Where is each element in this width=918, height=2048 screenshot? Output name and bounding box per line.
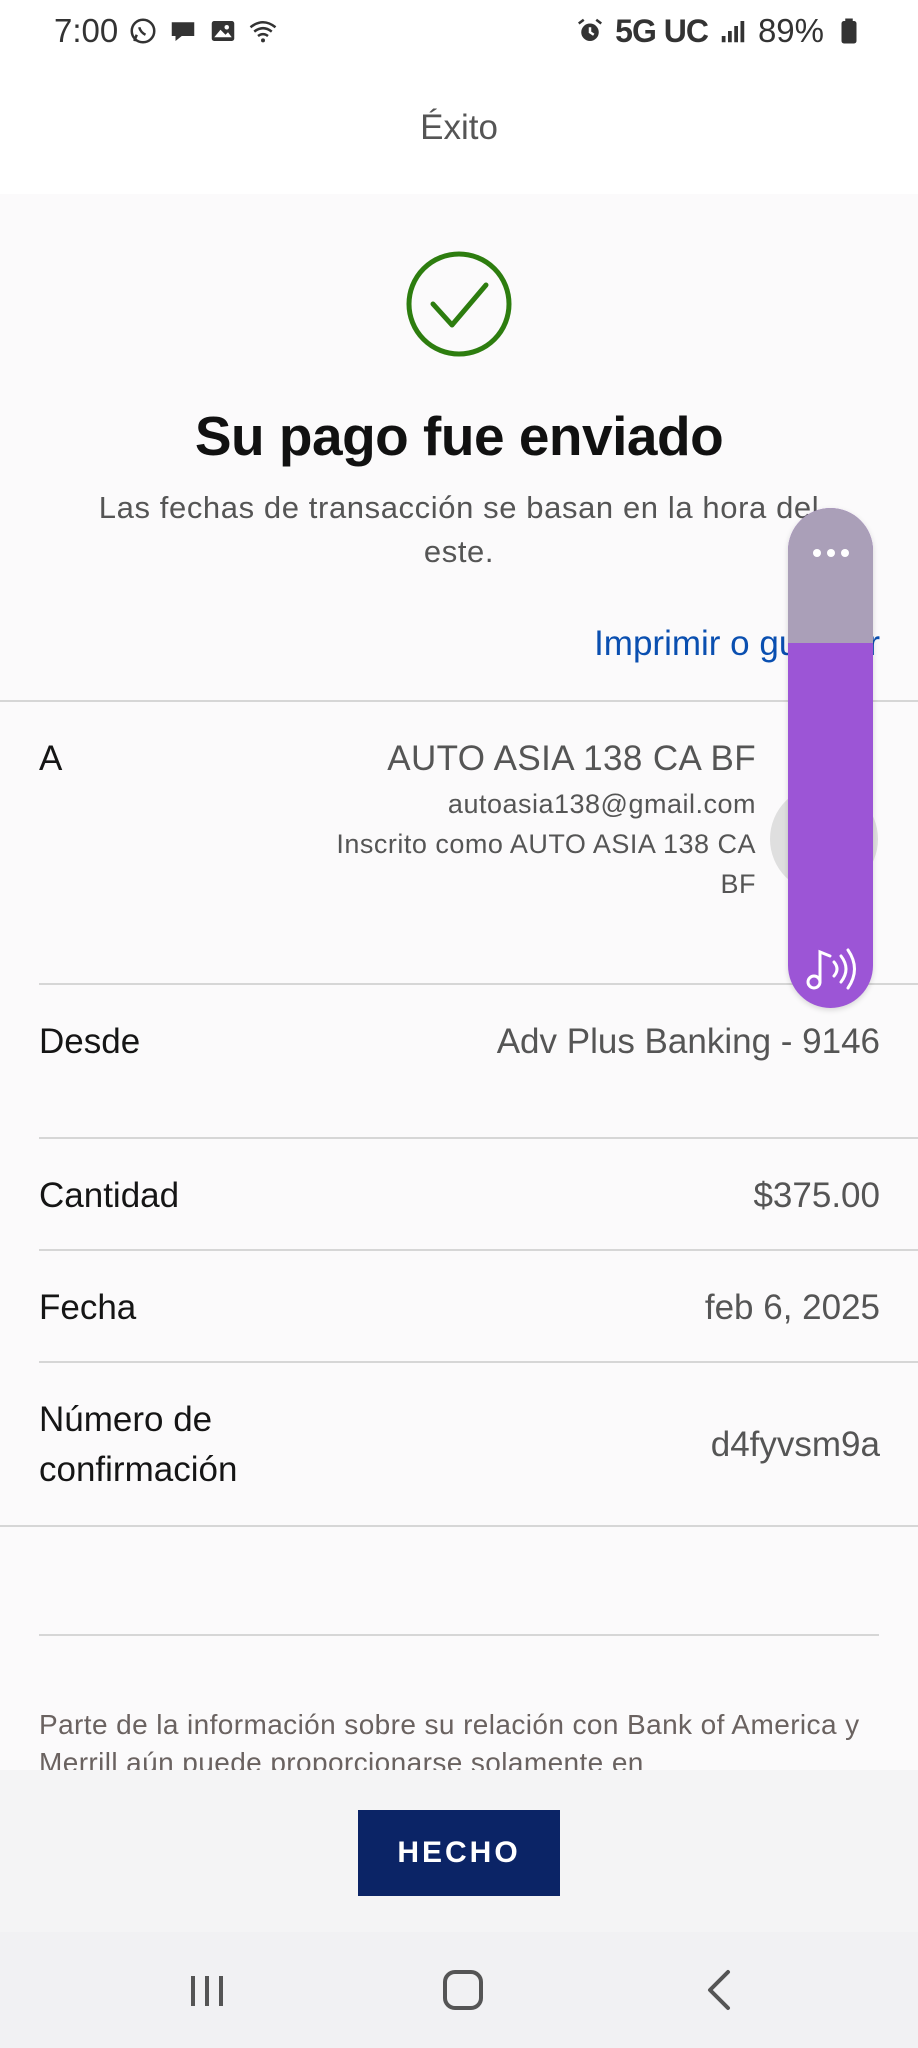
divider [39, 1249, 918, 1251]
recipient-email: autoasia138@gmail.com [447, 789, 756, 819]
confirmation-content: Su pago fue enviado Las fechas de transa… [0, 194, 918, 1770]
volume-empty-track [788, 508, 873, 643]
done-button[interactable]: HECHO [358, 1810, 560, 1896]
recipient-info: AUTO ASIA 138 CA BF autoasia138@gmail.co… [336, 734, 756, 904]
from-label: Desde [39, 1022, 141, 1061]
chat-bubble-icon [168, 16, 198, 46]
page-title: Éxito [420, 108, 498, 147]
from-value: Adv Plus Banking - 9146 [496, 1022, 880, 1061]
network-type: 5G UC [615, 12, 709, 49]
alarm-icon [575, 16, 605, 46]
date-label: Fecha [39, 1288, 137, 1327]
divider [39, 983, 918, 985]
volume-panel[interactable] [788, 508, 873, 1008]
page-header: Éxito [0, 62, 918, 194]
home-icon[interactable] [433, 1962, 493, 2018]
success-title: Su pago fue enviado [194, 405, 724, 467]
wifi-icon [248, 16, 278, 46]
disclaimer-text: Parte de la información sobre su relació… [39, 1709, 860, 1770]
back-icon[interactable] [690, 1962, 750, 2018]
success-subtitle: Las fechas de transacción se basan en la… [98, 490, 820, 569]
battery-icon [834, 16, 864, 46]
divider [39, 1137, 918, 1139]
status-left: 7:00 [54, 12, 278, 50]
battery-percent: 89% [757, 12, 824, 49]
signal-icon [718, 16, 748, 46]
recipient-enrolled: Inscrito como AUTO ASIA 138 CA BF [336, 829, 756, 899]
confirmation-label: Número de confirmación [39, 1400, 238, 1489]
recipient-name: AUTO ASIA 138 CA BF [387, 739, 756, 778]
status-time: 7:00 [54, 12, 119, 49]
status-right: 5G UC 89% [575, 12, 864, 50]
more-options-icon[interactable] [788, 538, 873, 568]
recent-apps-icon[interactable] [177, 1962, 237, 2018]
date-value: feb 6, 2025 [704, 1288, 880, 1327]
to-label: A [39, 739, 63, 778]
confirmation-value: d4fyvsm9a [710, 1425, 880, 1464]
footer: HECHO [0, 1770, 918, 1932]
system-nav-bar [0, 1932, 918, 2048]
divider [0, 1525, 918, 1527]
divider [39, 1361, 918, 1363]
divider [0, 700, 918, 702]
check-circle-icon [406, 251, 512, 357]
status-bar: 7:00 5G UC 89% [0, 0, 918, 62]
gallery-icon [208, 16, 238, 46]
whatsapp-icon [128, 16, 158, 46]
divider [39, 1634, 879, 1636]
media-volume-icon[interactable] [800, 944, 862, 994]
amount-value: $375.00 [753, 1176, 880, 1215]
amount-label: Cantidad [39, 1176, 180, 1215]
